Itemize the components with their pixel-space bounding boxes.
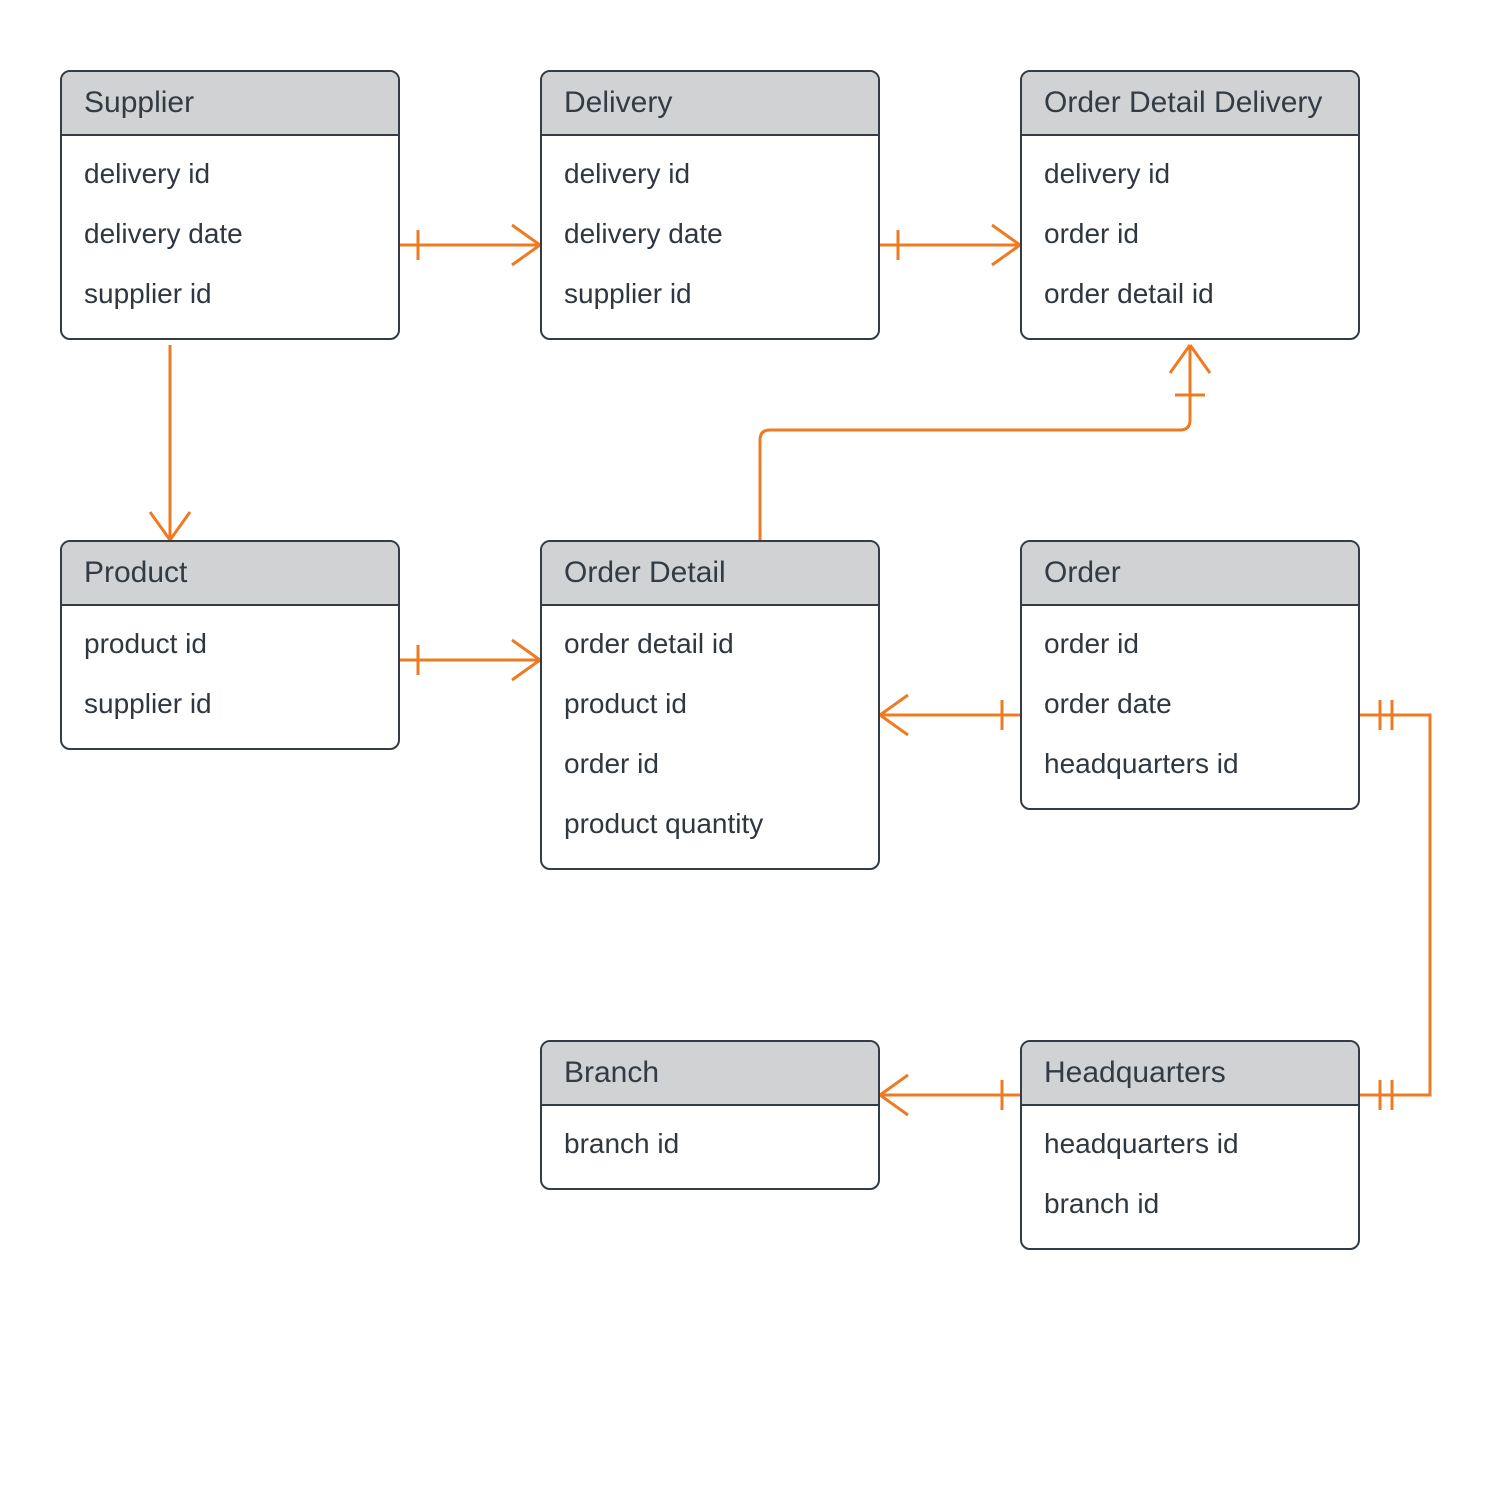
entity-attr: branch id [1044, 1174, 1336, 1234]
entity-product[interactable]: Product product id supplier id [60, 540, 400, 750]
entity-title: Product [62, 542, 398, 606]
entity-title: Order Detail Delivery [1022, 72, 1358, 136]
rel-order-orderdetail [880, 695, 1020, 735]
rel-supplier-delivery [400, 225, 540, 265]
rel-headquarters-order [1360, 700, 1430, 1110]
entity-attr: order id [1044, 614, 1336, 674]
entity-attr: order id [1044, 204, 1336, 264]
entity-attr: order id [564, 734, 856, 794]
entity-delivery[interactable]: Delivery delivery id delivery date suppl… [540, 70, 880, 340]
entity-title: Order Detail [542, 542, 878, 606]
entity-order-detail[interactable]: Order Detail order detail id product id … [540, 540, 880, 870]
entity-attr: branch id [564, 1114, 856, 1174]
entity-attr: headquarters id [1044, 1114, 1336, 1174]
entity-title: Delivery [542, 72, 878, 136]
entity-attr: order date [1044, 674, 1336, 734]
entity-title: Branch [542, 1042, 878, 1106]
rel-headquarters-branch [880, 1075, 1020, 1115]
entity-attr: supplier id [564, 264, 856, 324]
er-diagram-canvas: Supplier delivery id delivery date suppl… [0, 0, 1500, 1500]
entity-attr: supplier id [84, 674, 376, 734]
rel-delivery-odd [880, 225, 1020, 265]
entity-title: Headquarters [1022, 1042, 1358, 1106]
entity-attr: product id [84, 614, 376, 674]
rel-orderdetail-odd [760, 345, 1210, 540]
entity-attr: delivery id [1044, 144, 1336, 204]
entity-attr: supplier id [84, 264, 376, 324]
entity-order-detail-delivery[interactable]: Order Detail Delivery delivery id order … [1020, 70, 1360, 340]
entity-attr: order detail id [564, 614, 856, 674]
entity-attr: delivery date [564, 204, 856, 264]
entity-title: Supplier [62, 72, 398, 136]
rel-product-orderdetail [400, 640, 540, 680]
entity-attr: delivery id [84, 144, 376, 204]
entity-title: Order [1022, 542, 1358, 606]
entity-attr: order detail id [1044, 264, 1336, 324]
entity-attr: delivery id [564, 144, 856, 204]
entity-headquarters[interactable]: Headquarters headquarters id branch id [1020, 1040, 1360, 1250]
entity-branch[interactable]: Branch branch id [540, 1040, 880, 1190]
entity-attr: product id [564, 674, 856, 734]
entity-supplier[interactable]: Supplier delivery id delivery date suppl… [60, 70, 400, 340]
entity-attr: delivery date [84, 204, 376, 264]
entity-attr: headquarters id [1044, 734, 1336, 794]
rel-supplier-product [150, 345, 190, 540]
entity-order[interactable]: Order order id order date headquarters i… [1020, 540, 1360, 810]
entity-attr: product quantity [564, 794, 856, 854]
